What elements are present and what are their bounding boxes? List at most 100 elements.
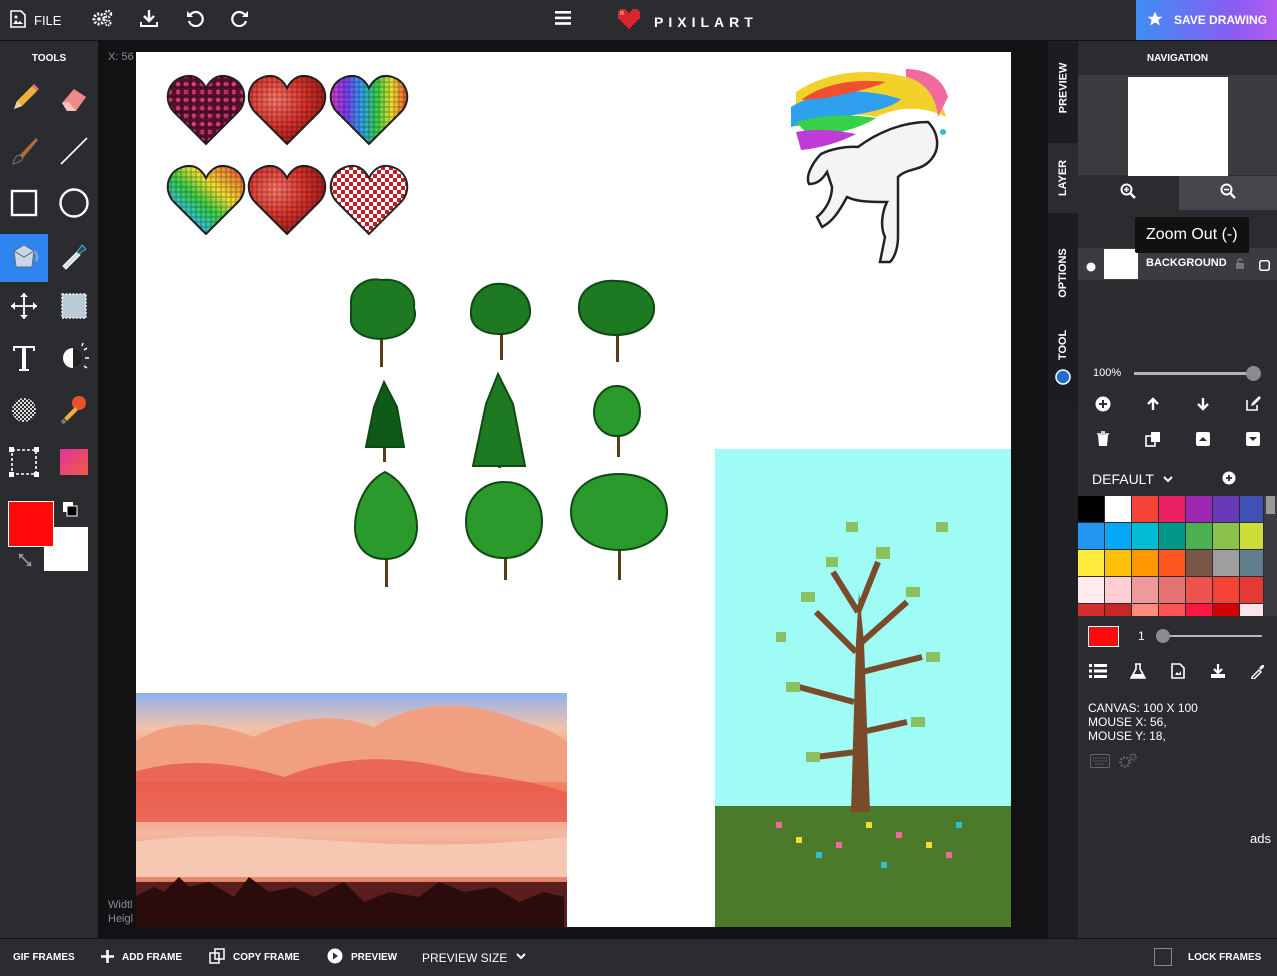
reset-colors-button[interactable] (62, 501, 78, 522)
main-menu-button[interactable] (552, 0, 574, 40)
pencil-tool[interactable] (3, 80, 45, 122)
text-tool[interactable] (3, 339, 45, 381)
palette-scrollbar[interactable] (1264, 496, 1277, 616)
tab-options[interactable]: OPTIONS (1048, 233, 1078, 313)
palette-swatch[interactable] (1132, 604, 1158, 616)
palette-swatch[interactable] (1240, 523, 1263, 549)
palette-swatch[interactable] (1105, 577, 1131, 603)
layer-opacity-slider-track[interactable] (1134, 372, 1254, 375)
palette-swatch[interactable] (1105, 496, 1131, 522)
lighten-tool[interactable] (53, 339, 95, 381)
chevron-down-icon[interactable] (1162, 472, 1174, 490)
add-frame-button[interactable]: ADD FRAME (101, 939, 182, 976)
palette-swatch[interactable] (1240, 577, 1263, 603)
eraser-tool[interactable] (53, 80, 95, 122)
preview-size-dropdown[interactable]: PREVIEW SIZE (422, 939, 527, 976)
fill-bucket-tool[interactable] (0, 234, 48, 282)
settings-gears-icon[interactable] (1118, 752, 1138, 775)
palette-swatch[interactable] (1186, 604, 1212, 616)
add-palette-icon[interactable] (1222, 471, 1236, 490)
export-button[interactable] (1206, 661, 1230, 685)
palette-swatch[interactable] (1213, 604, 1239, 616)
merge-layer-up-button[interactable] (1191, 429, 1215, 453)
palette-swatch[interactable] (1240, 550, 1263, 576)
palette-swatch[interactable] (1105, 550, 1131, 576)
selection-tool[interactable] (3, 443, 45, 485)
rectangle-tool[interactable] (3, 184, 45, 226)
add-layer-button[interactable] (1091, 394, 1115, 418)
palette-swatch[interactable] (1213, 523, 1239, 549)
current-color-swatch[interactable] (1088, 626, 1119, 647)
palette-swatch[interactable] (1078, 550, 1104, 576)
palette-swatch[interactable] (1186, 577, 1212, 603)
palette-swatch[interactable] (1132, 523, 1158, 549)
merge-layer-down-button[interactable] (1241, 429, 1265, 453)
download-button[interactable] (137, 0, 161, 40)
save-drawing-button[interactable]: SAVE DRAWING (1136, 0, 1277, 40)
brush-size-slider-track[interactable] (1162, 635, 1262, 637)
gif-frames-button[interactable]: GIF FRAMES (13, 939, 75, 976)
palette-swatch[interactable] (1186, 496, 1212, 522)
drawing-canvas[interactable] (136, 52, 1011, 927)
keyboard-icon[interactable] (1090, 754, 1110, 773)
eyedropper-tool[interactable] (53, 236, 95, 278)
brush-size-slider-knob[interactable] (1156, 629, 1170, 643)
primary-color-swatch[interactable] (8, 501, 54, 547)
ellipse-tool[interactable] (53, 184, 95, 226)
palette-swatch[interactable] (1132, 496, 1158, 522)
palette-swatch[interactable] (1105, 604, 1131, 616)
palette-swatch[interactable] (1078, 577, 1104, 603)
tab-layer[interactable]: LAYER (1048, 143, 1078, 213)
palette-swatch[interactable] (1132, 550, 1158, 576)
lock-frames-checkbox[interactable] (1154, 948, 1172, 966)
navigation-preview[interactable] (1078, 75, 1277, 176)
palette-swatch[interactable] (1159, 550, 1185, 576)
palette-swatch[interactable] (1078, 604, 1104, 616)
stamp-tool[interactable] (53, 391, 95, 433)
pixilart-logo[interactable]: PIXILART (616, 7, 758, 36)
palette-swatch[interactable] (1159, 523, 1185, 549)
palette-swatch[interactable] (1078, 496, 1104, 522)
move-layer-down-button[interactable] (1191, 394, 1215, 418)
palette-scrollbar-thumb[interactable] (1266, 496, 1275, 514)
move-tool[interactable] (3, 287, 45, 329)
copy-frame-button[interactable]: COPY FRAME (209, 939, 300, 976)
select-fill-tool[interactable] (53, 287, 95, 329)
brush-tool[interactable] (3, 132, 45, 174)
move-layer-up-button[interactable] (1141, 394, 1165, 418)
gradient-tool[interactable] (53, 443, 95, 485)
tab-tool[interactable]: TOOL (1048, 323, 1078, 403)
color-picker-button[interactable] (1246, 661, 1270, 685)
palette-swatch[interactable] (1240, 496, 1263, 522)
layer-visibility-icon[interactable] (1086, 259, 1096, 277)
delete-layer-button[interactable] (1091, 429, 1115, 453)
palette-swatch[interactable] (1159, 496, 1185, 522)
tab-preview[interactable]: PREVIEW (1048, 53, 1078, 123)
duplicate-layer-button[interactable] (1141, 429, 1165, 453)
palette-select[interactable]: DEFAULT (1092, 471, 1154, 487)
layers-list-button[interactable] (1086, 661, 1110, 685)
zoom-out-button[interactable] (1179, 176, 1277, 210)
palette-swatch[interactable] (1159, 604, 1185, 616)
layer-opacity-slider-knob[interactable] (1246, 366, 1261, 381)
layer-checkbox-icon[interactable] (1259, 258, 1270, 276)
edit-layer-button[interactable] (1241, 394, 1265, 418)
file-menu-button[interactable]: FILE (10, 0, 61, 40)
palette-swatch[interactable] (1186, 550, 1212, 576)
palette-swatch[interactable] (1213, 577, 1239, 603)
palette-swatch[interactable] (1213, 550, 1239, 576)
line-tool[interactable] (53, 132, 95, 174)
palette-swatch[interactable] (1240, 604, 1263, 616)
swap-colors-button[interactable] (17, 552, 33, 573)
palette-swatch[interactable] (1132, 577, 1158, 603)
effects-button[interactable] (1126, 661, 1150, 685)
lock-icon[interactable] (1234, 257, 1246, 275)
import-image-button[interactable] (1166, 661, 1190, 685)
preview-button[interactable]: PREVIEW (327, 939, 397, 976)
palette-swatch[interactable] (1186, 523, 1212, 549)
palette-swatch[interactable] (1159, 577, 1185, 603)
palette-swatch[interactable] (1078, 523, 1104, 549)
undo-button[interactable] (183, 0, 207, 40)
redo-button[interactable] (228, 0, 252, 40)
zoom-in-button[interactable] (1078, 176, 1178, 210)
